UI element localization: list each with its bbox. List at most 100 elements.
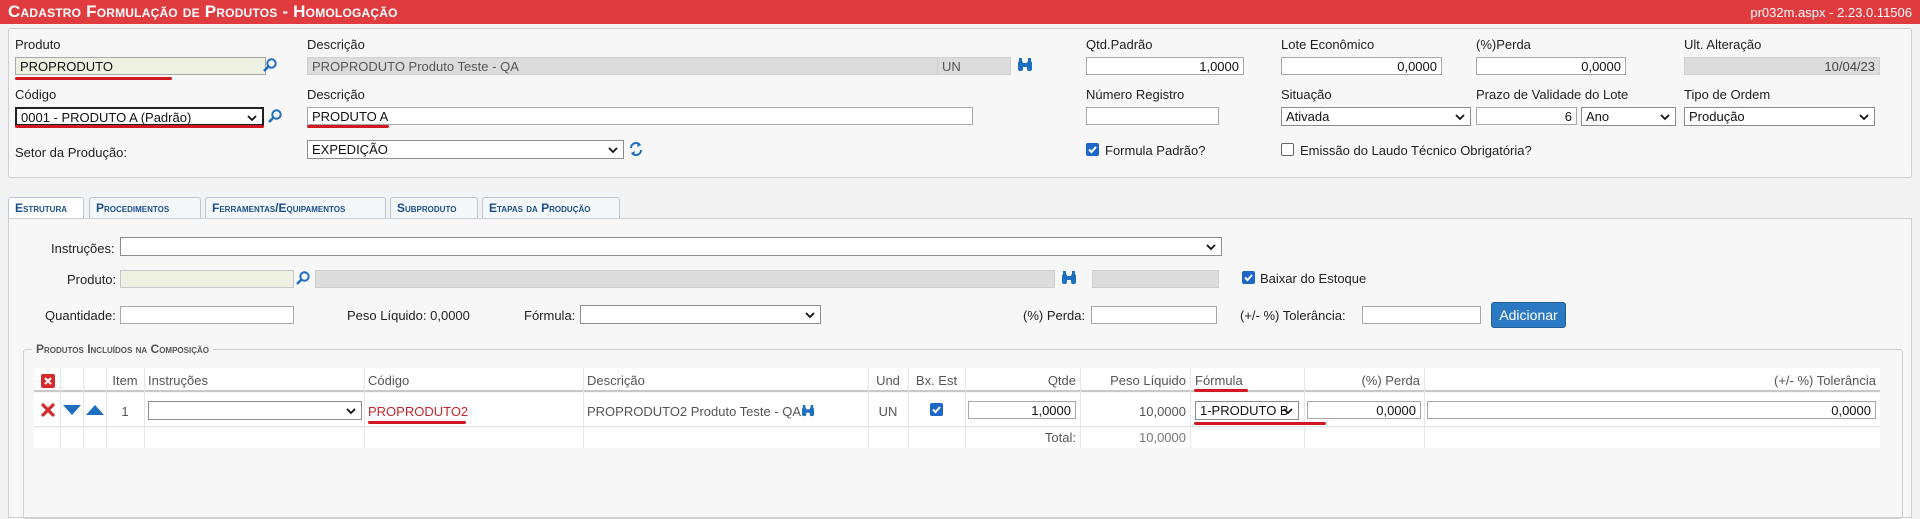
perda-input[interactable]: 0,0000 bbox=[1476, 57, 1626, 75]
column-divider bbox=[83, 368, 84, 448]
descricao-field: PROPRODUTO Produto Teste - QA bbox=[307, 57, 941, 75]
produto-input[interactable]: PROPRODUTO bbox=[15, 57, 266, 75]
tipo-ordem-value: Produção bbox=[1689, 109, 1745, 124]
column-header-bx-est: Bx. Est bbox=[915, 373, 958, 388]
row-bx-est-checkbox[interactable] bbox=[930, 403, 943, 416]
baixar-estoque-checkbox[interactable] bbox=[1242, 271, 1255, 284]
binoculars-icon[interactable] bbox=[1017, 58, 1033, 72]
setor-producao-select[interactable]: EXPEDIÇÃO bbox=[307, 140, 624, 159]
delete-row-icon[interactable] bbox=[41, 403, 55, 417]
perda-estrutura-label: (%) Perda: bbox=[1023, 308, 1086, 323]
descricao2-input[interactable]: PRODUTO A bbox=[307, 107, 973, 125]
setor-producao-value: EXPEDIÇÃO bbox=[312, 142, 388, 157]
tab-etapas-producao[interactable]: Etapas da Produção bbox=[482, 197, 620, 219]
check-icon bbox=[932, 406, 941, 414]
chevron-down-icon bbox=[608, 147, 618, 154]
check-icon bbox=[1244, 274, 1253, 282]
row-perda-input[interactable]: 0,0000 bbox=[1307, 401, 1421, 419]
adicionar-button[interactable]: Adicionar bbox=[1491, 302, 1566, 328]
chevron-down-icon bbox=[805, 312, 815, 319]
tab-estrutura[interactable]: Estrutura bbox=[8, 197, 84, 220]
estrutura-panel: Instruções: Produto: Baixar do Estoque Q… bbox=[8, 218, 1912, 519]
unidade-field: UN bbox=[937, 57, 1011, 75]
produtos-incluidos-legend: Produtos Incluídos na Composição bbox=[32, 342, 213, 356]
highlight-underline bbox=[307, 125, 389, 128]
move-up-icon[interactable] bbox=[86, 405, 104, 415]
binoculars-icon[interactable] bbox=[801, 405, 815, 417]
produto-estrutura-input[interactable] bbox=[120, 270, 294, 288]
row-instrucoes-select[interactable] bbox=[148, 401, 362, 420]
formula-padrao-checkbox[interactable] bbox=[1086, 143, 1099, 156]
tipo-ordem-select[interactable]: Produção bbox=[1684, 107, 1875, 126]
total-label: Total: bbox=[1044, 430, 1076, 445]
move-down-icon[interactable] bbox=[63, 405, 81, 415]
prazo-unidade-value: Ano bbox=[1586, 109, 1610, 124]
quantidade-label: Quantidade: bbox=[45, 308, 116, 323]
situacao-select-value: Ativada bbox=[1286, 109, 1330, 124]
grid-total-row bbox=[34, 428, 1880, 448]
column-header-peso-liquido: Peso Líquido bbox=[1110, 373, 1186, 388]
column-header-perda: (%) Perda bbox=[1361, 373, 1420, 388]
prazo-validade-input[interactable]: 6 bbox=[1476, 107, 1577, 125]
setor-producao-label: Setor da Produção: bbox=[15, 145, 128, 160]
tipo-ordem-label: Tipo de Ordem bbox=[1684, 87, 1771, 102]
codigo-select[interactable]: 0001 - PRODUTO A (Padrão) bbox=[15, 107, 264, 126]
numero-registro-input[interactable] bbox=[1086, 107, 1219, 125]
header-panel: Produto PROPRODUTO Descrição PROPRODUTO … bbox=[8, 28, 1912, 178]
quantidade-input[interactable] bbox=[120, 306, 294, 324]
row-codigo-link[interactable]: PROPRODUTO2 bbox=[368, 404, 468, 419]
row-und: UN bbox=[878, 404, 898, 419]
instrucoes-select[interactable] bbox=[120, 237, 1222, 256]
numero-registro-label: Número Registro bbox=[1086, 87, 1185, 102]
column-header-item: Item bbox=[112, 373, 138, 388]
highlight-underline bbox=[15, 125, 264, 128]
situacao-select[interactable]: Ativada bbox=[1281, 107, 1471, 126]
formula-select[interactable] bbox=[580, 305, 821, 324]
chevron-down-icon bbox=[1206, 244, 1216, 251]
perda-estrutura-input[interactable] bbox=[1091, 306, 1217, 324]
row-qtde-input[interactable]: 1,0000 bbox=[968, 401, 1076, 419]
chevron-down-icon bbox=[1455, 114, 1465, 121]
tab-procedimentos[interactable]: Procedimentos bbox=[89, 197, 201, 219]
tolerancia-input[interactable] bbox=[1362, 306, 1481, 324]
row-peso-liquido: 10,0000 bbox=[1139, 404, 1186, 419]
produto-label: Produto bbox=[15, 37, 61, 52]
column-divider bbox=[583, 368, 584, 448]
page-title: Cadastro Formulação de Produtos - Homolo… bbox=[8, 2, 398, 21]
chevron-down-icon bbox=[346, 408, 356, 415]
search-icon[interactable] bbox=[267, 108, 283, 124]
qtd-padrao-input[interactable]: 1,0000 bbox=[1086, 57, 1244, 75]
codigo-select-value: 0001 - PRODUTO A (Padrão) bbox=[21, 110, 192, 125]
ult-alteracao-field: 10/04/23 bbox=[1684, 57, 1880, 75]
qtd-padrao-label: Qtd.Padrão bbox=[1086, 37, 1153, 52]
chevron-down-icon bbox=[247, 115, 257, 122]
row-formula-value: 1-PRODUTO B bbox=[1200, 403, 1289, 418]
delete-all-icon[interactable] bbox=[41, 374, 55, 388]
tab-subproduto[interactable]: Subproduto bbox=[390, 197, 478, 219]
column-header-und: Und bbox=[876, 373, 900, 388]
tab-ferramentas[interactable]: Ferramentas/Equipamentos bbox=[205, 197, 386, 219]
search-icon[interactable] bbox=[295, 270, 311, 286]
version-label: pr032m.aspx - 2.23.0.11506 bbox=[1750, 5, 1912, 20]
column-divider bbox=[60, 368, 61, 448]
search-icon[interactable] bbox=[262, 57, 278, 73]
produtos-incluidos-fieldset: Produtos Incluídos na Composição Item In… bbox=[23, 342, 1903, 519]
lote-economico-input[interactable]: 0,0000 bbox=[1281, 57, 1442, 75]
prazo-unidade-select[interactable]: Ano bbox=[1581, 107, 1676, 126]
descricao2-label: Descrição bbox=[307, 87, 365, 102]
highlight-underline bbox=[1194, 389, 1248, 392]
column-divider bbox=[364, 368, 365, 448]
refresh-icon[interactable] bbox=[628, 140, 644, 158]
produto-unidade-field bbox=[1092, 270, 1219, 288]
instrucoes-label: Instruções: bbox=[51, 241, 115, 256]
formula-label: Fórmula: bbox=[524, 308, 576, 323]
laudo-tecnico-checkbox[interactable] bbox=[1281, 143, 1294, 156]
perda-label: (%)Perda bbox=[1476, 37, 1531, 52]
binoculars-icon[interactable] bbox=[1061, 271, 1077, 285]
title-bar: Cadastro Formulação de Produtos - Homolo… bbox=[0, 0, 1920, 24]
column-header-qtde: Qtde bbox=[1047, 373, 1076, 388]
column-header-descricao: Descrição bbox=[587, 373, 645, 388]
prazo-validade-label: Prazo de Validade do Lote bbox=[1476, 87, 1629, 102]
row-formula-select[interactable]: 1-PRODUTO B bbox=[1195, 401, 1299, 420]
row-tolerancia-input[interactable]: 0,0000 bbox=[1427, 401, 1876, 419]
